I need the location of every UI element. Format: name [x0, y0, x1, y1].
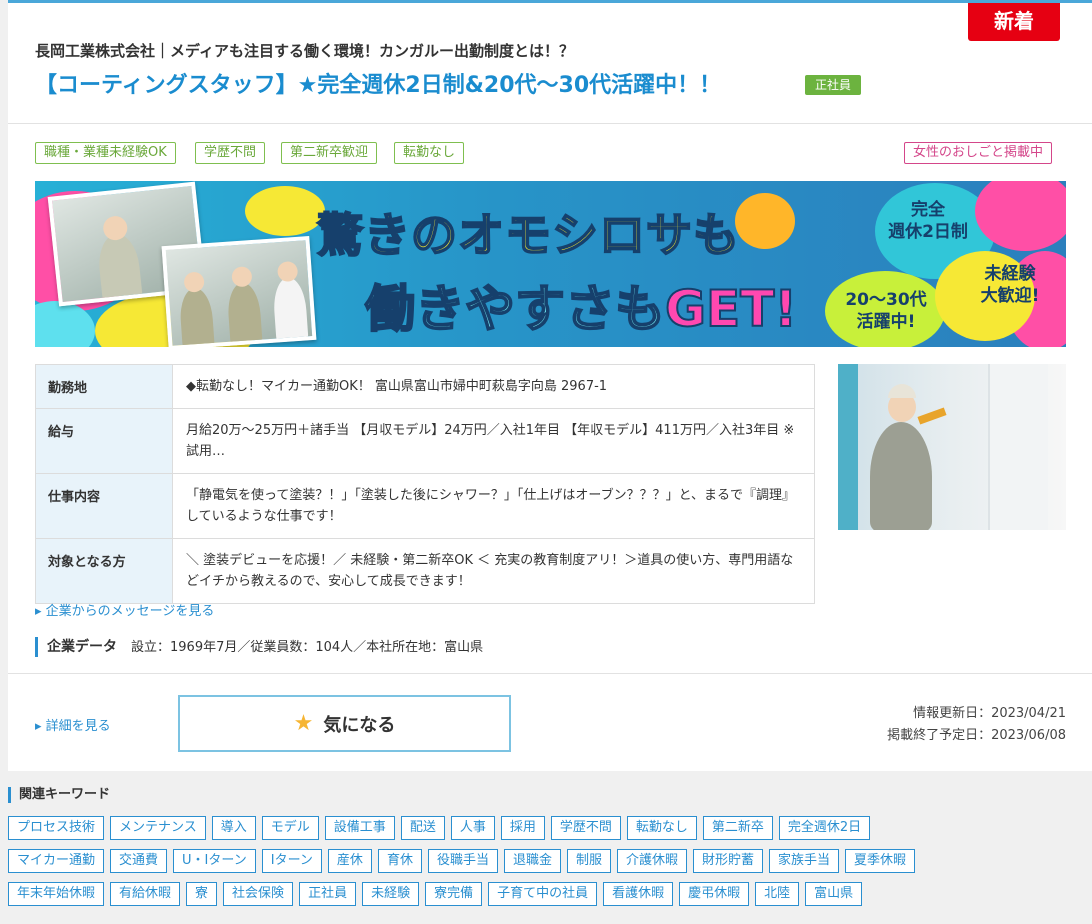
keyword-tag[interactable]: 完全週休2日 — [778, 816, 871, 840]
keyword-tag[interactable]: 慶弔休暇 — [679, 882, 750, 906]
company-data-value: 設立：1969年7月／従業員数：104人／本社所在地：富山県 — [131, 640, 484, 655]
keyword-tag[interactable]: 家族手当 — [769, 849, 840, 873]
promo-banner[interactable]: 驚きのオモシロサも 働きやすさもGET! 完全 週休2日制 未経験 大歓迎! 2… — [35, 181, 1066, 347]
keyword-tag[interactable]: マイカー通勤 — [8, 849, 105, 873]
keywords-title: 関連キーワード — [8, 787, 110, 803]
banner-subheadline-text: 働きやすさも — [364, 279, 666, 339]
job-card: 新着 長岡工業株式会社｜メディアも注目する働く環境！カンガルー出勤制度とは！？ … — [8, 0, 1092, 771]
keyword-tag[interactable]: 産休 — [327, 849, 372, 873]
keyword-tag[interactable]: 第二新卒 — [702, 816, 773, 840]
keyword-tag[interactable]: 退職金 — [503, 849, 561, 873]
keyword-tag[interactable]: 有給休暇 — [110, 882, 181, 906]
keyword-tag[interactable]: 子育て中の社員 — [488, 882, 598, 906]
keyword-tag[interactable]: U・Iターン — [173, 849, 256, 873]
keyword-tag[interactable]: 未経験 — [362, 882, 420, 906]
banner-headline: 驚きのオモシロサも — [316, 207, 740, 263]
keyword-tag[interactable]: 役職手当 — [427, 849, 498, 873]
row-value: ◆転勤なし！マイカー通勤OK！ 富山県富山市婦中町萩島字向島 2967-1 — [172, 364, 815, 409]
banner-get-text: GET! — [664, 279, 798, 339]
date-info: 情報更新日：2023/04/21 掲載終了予定日：2023/06/08 — [848, 703, 1066, 747]
divider — [8, 123, 1092, 124]
feature-tag: 職種・業種未経験OK — [35, 142, 176, 164]
feature-tag: 学歴不問 — [195, 142, 266, 164]
keyword-tag[interactable]: 夏季休暇 — [845, 849, 916, 873]
keyword-tag[interactable]: 介護休暇 — [617, 849, 688, 873]
row-label: 勤務地 — [35, 364, 173, 409]
keyword-tag[interactable]: 看護休暇 — [603, 882, 674, 906]
end-date: 掲載終了予定日：2023/06/08 — [887, 728, 1066, 743]
table-row: 給与 月給20万〜25万円＋諸手当 【月収モデル】24万円／入社1年目 【年収モ… — [35, 408, 815, 474]
keyword-tag[interactable]: メンテナンス — [110, 816, 206, 840]
row-label: 対象となる方 — [35, 538, 173, 604]
row-label: 給与 — [35, 408, 173, 474]
banner-bubble: 完全 週休2日制 — [873, 199, 983, 243]
row-value: 月給20万〜25万円＋諸手当 【月収モデル】24万円／入社1年目 【年収モデル】… — [172, 408, 815, 474]
keyword-tag[interactable]: 設備工事 — [324, 816, 395, 840]
keyword-tag[interactable]: 寮完備 — [425, 882, 483, 906]
keyword-tag[interactable]: 制服 — [566, 849, 611, 873]
company-message-link[interactable]: ▸ 企業からのメッセージを見る — [35, 600, 214, 619]
new-badge: 新着 — [968, 3, 1060, 41]
keyword-tag[interactable]: 導入 — [211, 816, 256, 840]
keyword-tag[interactable]: 配送 — [400, 816, 445, 840]
row-value: ＼ 塗装デビューを応援！／ 未経験・第二新卒OK ＜ 充実の教育制度アリ！＞道具… — [172, 538, 815, 604]
company-data: 企業データ 設立：1969年7月／従業員数：104人／本社所在地：富山県 — [35, 637, 483, 657]
worker-photo — [838, 364, 1066, 530]
banner-subheadline: 働きやすさもGET! — [364, 269, 798, 341]
keyword-tag[interactable]: 財形貯蓄 — [693, 849, 764, 873]
favorite-button[interactable]: ★ 気になる — [178, 695, 511, 752]
staff-photo — [161, 235, 317, 347]
divider — [8, 673, 1092, 674]
women-jobs-tag: 女性のおしごと掲載中 — [904, 142, 1053, 164]
banner-bubble-text: 未経験 大歓迎! — [980, 264, 1040, 306]
banner-bubble: 未経験 大歓迎! — [965, 263, 1055, 307]
table-row: 勤務地 ◆転勤なし！マイカー通勤OK！ 富山県富山市婦中町萩島字向島 2967-… — [35, 364, 815, 409]
feature-tag: 転勤なし — [394, 142, 465, 164]
keyword-tag[interactable]: 正社員 — [299, 882, 357, 906]
favorite-label: 気になる — [323, 714, 396, 736]
star-icon: ★ — [293, 711, 314, 736]
company-data-label: 企業データ — [47, 639, 117, 655]
row-label: 仕事内容 — [35, 473, 173, 539]
keyword-tag[interactable]: 社会保険 — [223, 882, 294, 906]
keyword-tag[interactable]: 交通費 — [110, 849, 168, 873]
banner-bubble-text: 20〜30代 活躍中! — [845, 290, 927, 332]
employment-type-badge: 正社員 — [805, 75, 862, 95]
job-title[interactable]: 【コーティングスタッフ】★完全週休2日制&20代〜30代活躍中！！ — [35, 67, 721, 99]
detail-link[interactable]: ▸ 詳細を見る — [35, 715, 111, 734]
keyword-tag[interactable]: 転勤なし — [626, 816, 697, 840]
row-value: 「静電気を使って塗装？！」「塗装した後にシャワー？」「仕上げはオーブン？？？」と… — [172, 473, 815, 539]
keyword-tag[interactable]: 年末年始休暇 — [8, 882, 105, 906]
keyword-tag[interactable]: モデル — [261, 816, 319, 840]
keyword-tag[interactable]: 採用 — [500, 816, 545, 840]
keyword-tag[interactable]: 学歴不問 — [550, 816, 621, 840]
table-row: 対象となる方 ＼ 塗装デビューを応援！／ 未経験・第二新卒OK ＜ 充実の教育制… — [35, 538, 815, 604]
keyword-list: プロセス技術 メンテナンス 導入 モデル 設備工事 配送 人事 採用 学歴不問 転勤なし 第二新卒完… — [8, 816, 1088, 915]
banner-bubble: 20〜30代 活躍中! — [831, 289, 941, 333]
keyword-tag[interactable]: Iターン — [261, 849, 322, 873]
keyword-tag[interactable]: 人事 — [450, 816, 495, 840]
keyword-tag[interactable]: 北陸 — [755, 882, 800, 906]
company-headline[interactable]: 長岡工業株式会社｜メディアも注目する働く環境！カンガルー出勤制度とは！？ — [35, 40, 574, 61]
keyword-tag[interactable]: 寮 — [186, 882, 218, 906]
keyword-tag[interactable]: プロセス技術 — [8, 816, 105, 840]
job-info-table: 勤務地 ◆転勤なし！マイカー通勤OK！ 富山県富山市婦中町萩島字向島 2967-… — [35, 364, 815, 604]
keyword-tag[interactable]: 育休 — [377, 849, 422, 873]
table-row: 仕事内容 「静電気を使って塗装？！」「塗装した後にシャワー？」「仕上げはオーブン… — [35, 473, 815, 539]
feature-tag: 第二新卒歓迎 — [281, 142, 378, 164]
keyword-tag[interactable]: 富山県 — [805, 882, 863, 906]
banner-bubble-text: 完全 週休2日制 — [888, 200, 968, 242]
updated-date: 情報更新日：2023/04/21 — [913, 706, 1066, 721]
